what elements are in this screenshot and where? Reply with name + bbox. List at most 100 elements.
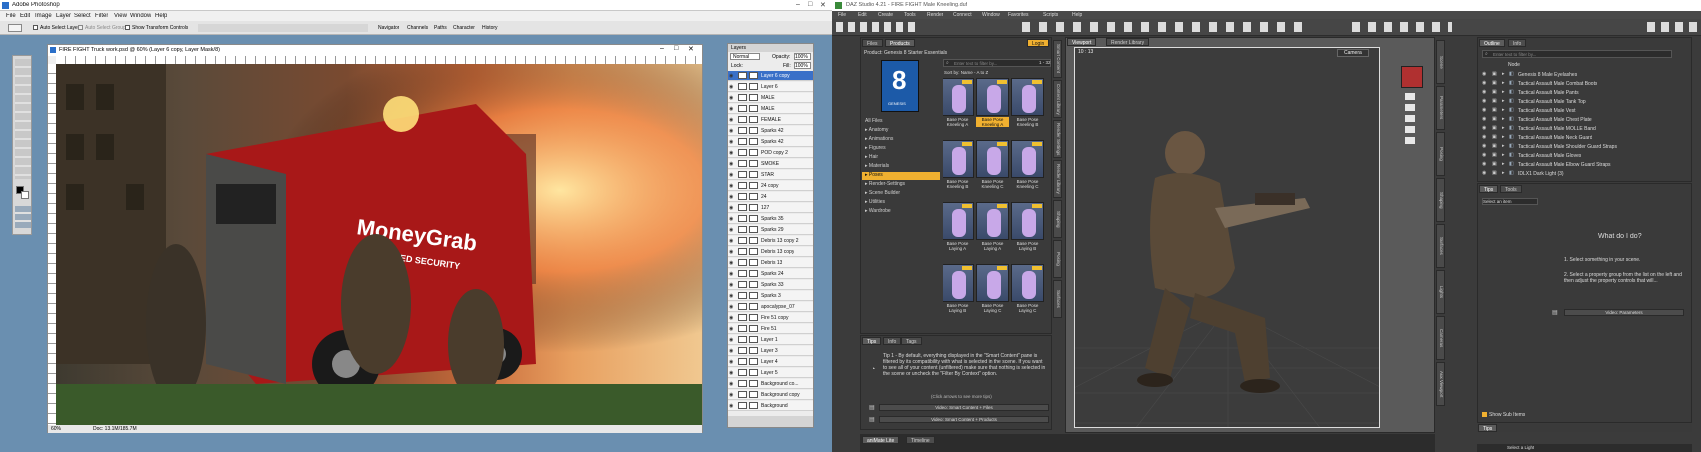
expand-arrow-icon[interactable]: ▸ (1502, 71, 1505, 77)
layer-row[interactable]: ◉ 24 copy (728, 181, 813, 191)
side-tab[interactable]: Render Library (1053, 160, 1062, 198)
ps-menu-select[interactable]: Select (74, 13, 91, 19)
palette-tab-character[interactable]: Character (453, 25, 475, 31)
auto-select-checkbox[interactable] (33, 25, 38, 30)
tool-buttons[interactable] (15, 59, 31, 179)
render-tool-icons[interactable] (1352, 22, 1452, 32)
lock-icon[interactable]: ▣ (1492, 170, 1497, 176)
side-tab[interactable]: Aux Viewport (1436, 362, 1445, 406)
layer-mask-thumbnail[interactable] (749, 325, 758, 332)
lock-icon[interactable]: ▣ (1492, 143, 1497, 149)
layer-mask-thumbnail[interactable] (749, 83, 758, 90)
lock-icon[interactable]: ▣ (1492, 116, 1497, 122)
layer-row[interactable]: ◉ 127 (728, 203, 813, 213)
scene-node[interactable]: ◉ ▣ ▸ ◧ Tactical Assault Male Elbow Guard St… (1478, 160, 1683, 169)
lock-icon[interactable]: ▣ (1492, 134, 1497, 140)
category-item[interactable]: ▸ Render-Settings (862, 181, 940, 189)
eye-icon[interactable]: ◉ (729, 227, 735, 233)
eye-icon[interactable]: ◉ (729, 205, 735, 211)
navigation-controls[interactable] (1405, 93, 1415, 148)
lock-icon[interactable]: ▣ (1492, 80, 1497, 86)
layer-mask-thumbnail[interactable] (749, 248, 758, 255)
layer-mask-thumbnail[interactable] (749, 281, 758, 288)
file-tool-icons[interactable] (836, 22, 916, 32)
scene-node[interactable]: ◉ ▣ ▸ ◧ Tactical Assault Male Pants (1478, 88, 1683, 97)
layer-mask-thumbnail[interactable] (749, 237, 758, 244)
scene-node[interactable]: ◉ ▣ ▸ ◧ Tactical Assault Male Neck Guard (1478, 133, 1683, 142)
tab-tags[interactable]: Tags (901, 337, 922, 345)
transform-controls-checkbox[interactable] (125, 25, 130, 30)
scene-node[interactable]: ◉ ▣ ▸ ◧ Tactical Assault Male Tank Top (1478, 97, 1683, 106)
document-canvas[interactable]: MoneyGrab ARMORED SECURITY (56, 64, 702, 425)
eye-icon[interactable]: ◉ (729, 249, 735, 255)
view-cube[interactable] (1401, 66, 1423, 88)
layer-row[interactable]: ◉ Layer 6 (728, 82, 813, 92)
close-icon[interactable]: ✕ (820, 1, 826, 9)
lock-icon[interactable]: ▣ (1492, 125, 1497, 131)
lock-icon[interactable]: ▣ (1492, 161, 1497, 167)
expand-arrow-icon[interactable]: ▸ (1502, 152, 1505, 158)
minimize-icon[interactable]: – (796, 1, 800, 8)
eye-icon[interactable]: ◉ (729, 293, 735, 299)
daz-menu-item[interactable]: Render (927, 12, 943, 18)
layer-mask-thumbnail[interactable] (749, 193, 758, 200)
layer-mask-thumbnail[interactable] (749, 127, 758, 134)
layout-tool-icons[interactable] (1647, 22, 1697, 32)
expand-arrow-icon[interactable]: ▸ (1502, 116, 1505, 122)
layer-row[interactable]: ◉ Layer 5 (728, 368, 813, 378)
expand-arrow-icon[interactable]: ▸ (1502, 161, 1505, 167)
layer-row[interactable]: ◉ Layer 4 (728, 357, 813, 367)
layer-row[interactable]: ◉ Debris 13 copy 2 (728, 236, 813, 246)
blend-mode-select[interactable]: Normal (730, 53, 760, 60)
palette-tab-paths[interactable]: Paths (434, 25, 447, 31)
tab-info[interactable]: Info (883, 337, 902, 345)
expand-arrow-icon[interactable]: ▸ (1502, 170, 1505, 176)
eye-icon[interactable]: ◉ (729, 392, 735, 398)
layer-mask-thumbnail[interactable] (749, 347, 758, 354)
visibility-eye-icon[interactable]: ◉ (1482, 107, 1486, 113)
ps-menu-file[interactable]: File (6, 13, 16, 19)
category-item[interactable]: ▸ Scene Builder (862, 190, 940, 198)
category-item[interactable]: ▸ Wardrobe (862, 208, 940, 216)
layer-mask-thumbnail[interactable] (749, 270, 758, 277)
eye-icon[interactable]: ◉ (729, 315, 735, 321)
eye-icon[interactable]: ◉ (729, 150, 735, 156)
lock-icon[interactable]: ▣ (1492, 89, 1497, 95)
doc-close-icon[interactable]: ✕ (688, 45, 694, 53)
lock-icon[interactable]: ▣ (1492, 98, 1497, 104)
product-tile[interactable]: Base Pose Kneeling C (1011, 140, 1044, 190)
visibility-eye-icon[interactable]: ◉ (1482, 161, 1486, 167)
layer-row[interactable]: ◉ Sparks 24 (728, 269, 813, 279)
side-tab[interactable]: Posing (1436, 132, 1445, 176)
daz-menu-item[interactable]: File (838, 12, 846, 18)
product-tile[interactable]: Base Pose Kneeling C (976, 140, 1009, 190)
scene-node[interactable]: ◉ ▣ ▸ ◧ Tactical Assault Male Combat Boots (1478, 79, 1683, 88)
side-tab[interactable]: Posing (1053, 240, 1062, 278)
expand-arrow-icon[interactable]: ▸ (1502, 89, 1505, 95)
scene-node[interactable]: ◉ ▣ ▸ ◧ Tactical Assault Male Vest (1478, 106, 1683, 115)
tab-scene-info[interactable]: Info (1508, 39, 1527, 47)
eye-icon[interactable]: ◉ (729, 326, 735, 332)
layer-mask-thumbnail[interactable] (749, 358, 758, 365)
product-tile[interactable]: Base Pose Laying C (976, 264, 1009, 314)
eye-icon[interactable]: ◉ (729, 73, 735, 79)
side-tab[interactable]: Cameras (1436, 316, 1445, 360)
fill-input[interactable]: 100% (794, 62, 811, 69)
product-tile[interactable]: Base Pose Laying B (943, 264, 974, 314)
eye-icon[interactable]: ◉ (729, 139, 735, 145)
filter-input[interactable]: ⌕ Enter text to filter by... (943, 59, 1051, 67)
zoom-level[interactable]: 60% (51, 426, 61, 432)
eye-icon[interactable]: ◉ (729, 128, 735, 134)
eye-icon[interactable]: ◉ (729, 172, 735, 178)
eye-icon[interactable]: ◉ (729, 271, 735, 277)
product-tile[interactable]: Base Pose Laying A (976, 202, 1009, 252)
eye-icon[interactable]: ◉ (729, 238, 735, 244)
side-tab[interactable]: Lights (1436, 270, 1445, 314)
product-tile[interactable]: Base Pose Kneeling A (976, 78, 1009, 128)
layer-row[interactable]: ◉ Background copy (728, 390, 813, 400)
layer-mask-thumbnail[interactable] (749, 303, 758, 310)
layer-row[interactable]: ◉ Layer 6 copy (728, 71, 813, 81)
layer-mask-thumbnail[interactable] (749, 149, 758, 156)
ps-menu-image[interactable]: Image (35, 13, 52, 19)
product-tile[interactable]: Base Pose Laying A (943, 202, 974, 252)
